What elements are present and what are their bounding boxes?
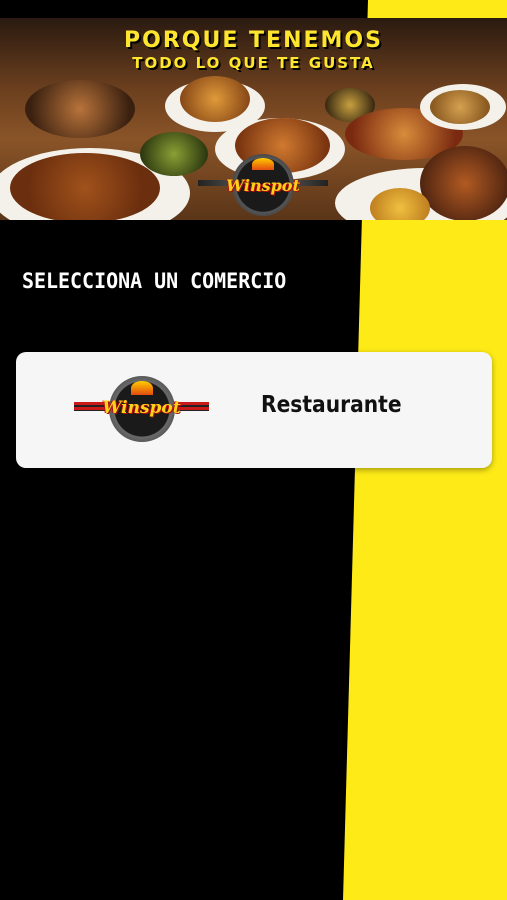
merchant-card-restaurante[interactable]: Winspot Restaurante	[16, 352, 492, 468]
burger-image	[420, 146, 507, 220]
banner-headline: PORQUE TENEMOS	[124, 28, 383, 53]
logo-text: Winspot	[226, 176, 300, 195]
flame-icon	[131, 381, 153, 395]
banner-subheadline: TODO LO QUE TE GUSTA	[132, 54, 375, 72]
promo-banner[interactable]: PORQUE TENEMOS TODO LO QUE TE GUSTA Wins…	[0, 18, 507, 220]
fries-image	[370, 188, 430, 220]
wings-image	[10, 153, 160, 220]
page-title: SELECCIONA UN COMERCIO	[22, 269, 287, 293]
sandwich-image	[180, 76, 250, 122]
logo-text: Winspot	[102, 398, 181, 418]
winspot-merchant-logo: Winspot	[74, 374, 209, 444]
flame-icon	[252, 158, 274, 170]
skillet-image	[25, 80, 135, 138]
winspot-banner-logo: Winspot	[198, 150, 328, 220]
merchant-label: Restaurante	[261, 392, 402, 418]
appetizer-image	[430, 90, 490, 124]
